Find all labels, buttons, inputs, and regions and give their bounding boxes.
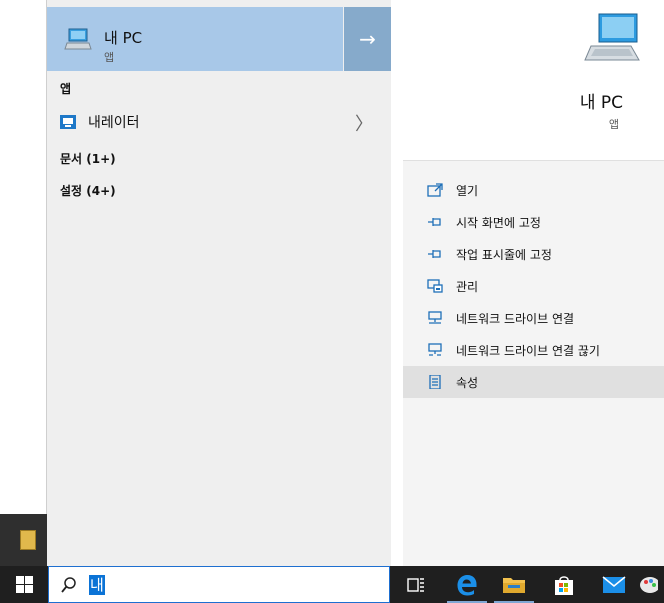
action-label: 속성	[456, 376, 479, 390]
settings-section-header[interactable]: 설정 (4+)	[60, 182, 116, 199]
properties-icon	[429, 375, 441, 389]
action-label: 네트워크 드라이브 연결 끊기	[456, 344, 600, 358]
detail-panel: 내 PC 앱 열기 시작 화면에 고정 작업 표시줄에 고정 관리 네트워크 드…	[403, 0, 664, 566]
paint-button[interactable]	[636, 566, 664, 603]
chevron-right-icon: 〉	[355, 114, 373, 135]
action-pin-start[interactable]: 시작 화면에 고정	[403, 206, 664, 238]
detail-title: 내 PC	[579, 93, 623, 113]
list-item-label: 내레이터	[88, 115, 140, 131]
taskbar: 내	[0, 566, 664, 603]
panel-gap	[391, 0, 403, 566]
best-match-title: 내 PC	[104, 29, 143, 47]
mail-button[interactable]	[590, 566, 638, 603]
network-drive-icon	[428, 311, 442, 324]
action-properties[interactable]: 속성	[403, 366, 664, 398]
action-manage[interactable]: 관리	[403, 270, 664, 302]
folder-icon	[20, 530, 36, 550]
documents-section-header[interactable]: 문서 (1+)	[60, 150, 116, 167]
search-results-panel: 내 PC 앱 → 앱 내레이터 〉 문서 (1+) 설정 (4+)	[47, 0, 391, 566]
apps-section-header: 앱	[60, 82, 72, 96]
detail-type: 앱	[608, 118, 619, 131]
manage-icon	[427, 279, 443, 293]
list-item-narrator[interactable]: 내레이터 〉	[47, 106, 391, 138]
search-input[interactable]: 내	[48, 566, 390, 603]
task-view-button[interactable]	[392, 566, 440, 603]
paint-icon	[640, 576, 658, 593]
mail-icon	[602, 575, 626, 593]
pin-icon	[428, 218, 441, 226]
action-label: 열기	[456, 184, 479, 198]
search-icon	[61, 577, 76, 593]
action-label: 시작 화면에 고정	[456, 216, 541, 230]
narrator-icon	[60, 115, 76, 129]
action-pin-taskbar[interactable]: 작업 표시줄에 고정	[403, 238, 664, 270]
edge-icon	[457, 574, 477, 595]
store-button[interactable]	[540, 566, 588, 603]
action-label: 작업 표시줄에 고정	[456, 248, 552, 262]
desktop-shortcut-tile[interactable]	[0, 514, 47, 566]
action-label: 관리	[456, 280, 479, 294]
action-open[interactable]: 열기	[403, 174, 664, 206]
file-explorer-icon	[503, 577, 525, 593]
best-match-item[interactable]: 내 PC 앱	[47, 7, 343, 71]
computer-icon	[584, 13, 640, 61]
open-details-button[interactable]: →	[344, 7, 391, 71]
action-disconnect-network-drive[interactable]: 네트워크 드라이브 연결 끊기	[403, 334, 664, 366]
open-icon	[427, 183, 443, 197]
action-label: 네트워크 드라이브 연결	[456, 312, 575, 326]
action-map-network-drive[interactable]: 네트워크 드라이브 연결	[403, 302, 664, 334]
edge-button[interactable]	[443, 566, 491, 603]
network-drive-disconnect-icon	[428, 343, 442, 356]
file-explorer-button[interactable]	[490, 566, 538, 603]
computer-icon	[64, 28, 92, 50]
arrow-right-icon: →	[359, 27, 376, 51]
start-button[interactable]	[0, 566, 48, 603]
search-query-text: 내	[89, 575, 105, 595]
windows-start-icon	[15, 576, 33, 593]
task-view-icon	[407, 577, 424, 592]
store-icon	[555, 575, 573, 595]
desktop-area	[0, 0, 47, 566]
pin-icon	[428, 250, 441, 258]
detail-header: 내 PC 앱	[403, 0, 664, 161]
best-match-type: 앱	[104, 51, 115, 64]
